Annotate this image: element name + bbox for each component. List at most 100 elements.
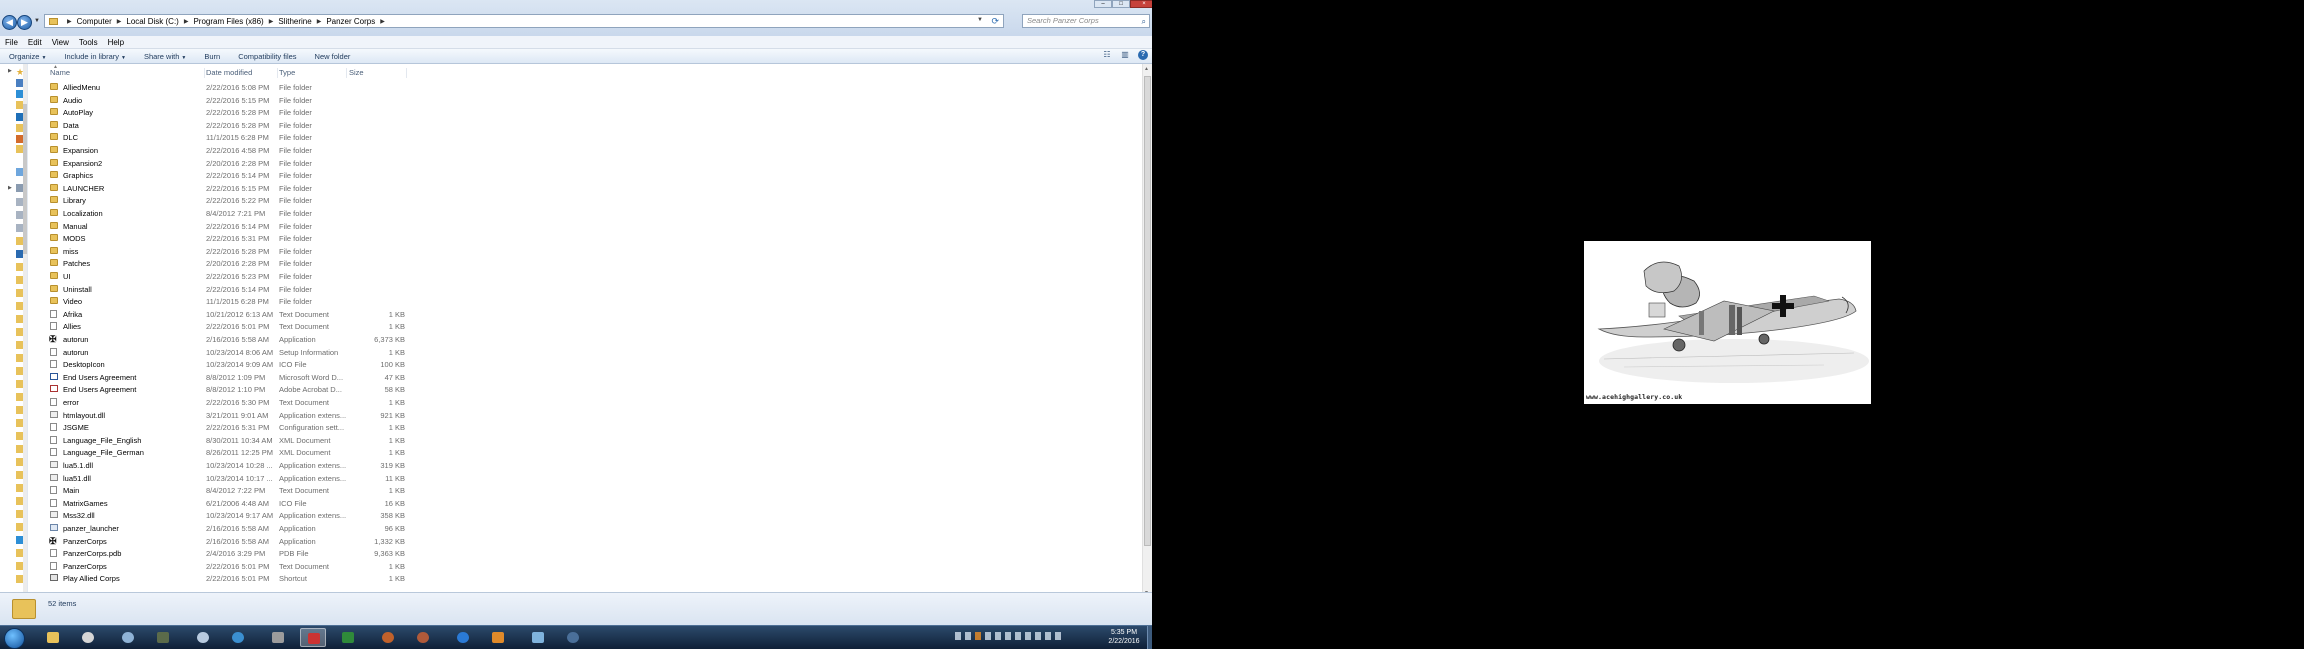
file-row[interactable]: Expansion2 2/20/2016 2:28 PM File folder	[28, 157, 428, 170]
breadcrumb-computer[interactable]: Computer	[77, 17, 112, 26]
file-row[interactable]: Language_File_English 8/30/2011 10:34 AM X…	[28, 434, 428, 447]
menu-tools[interactable]: Tools	[74, 38, 103, 47]
file-row[interactable]: Localization 8/4/2012 7:21 PM File folder	[28, 207, 428, 220]
breadcrumb-arrow-icon[interactable]: ▶	[184, 18, 189, 25]
navigation-scrollbar[interactable]	[23, 64, 27, 598]
column-name[interactable]: Name	[50, 68, 70, 77]
breadcrumb-arrow-icon[interactable]: ▶	[269, 18, 274, 25]
search-input[interactable]: Search Panzer Corps ⌕	[1022, 14, 1150, 28]
steam-taskbar-icon[interactable]	[190, 628, 216, 647]
file-row[interactable]: Main 8/4/2012 7:22 PM Text Document 1 KB	[28, 484, 428, 497]
preview-pane-icon[interactable]: ▥	[1120, 50, 1130, 60]
scroll-thumb[interactable]	[1144, 76, 1151, 546]
settings-taskbar-icon[interactable]	[115, 628, 141, 647]
start-button[interactable]	[4, 628, 25, 649]
game-taskbar-icon[interactable]	[375, 628, 401, 647]
address-dropdown-icon[interactable]: ▼	[977, 17, 983, 23]
file-row[interactable]: End Users Agreement 8/8/2012 1:09 PM Micro…	[28, 371, 428, 384]
file-row[interactable]: ✠ autorun 2/16/2016 5:58 AM Application 6,37…	[28, 333, 428, 346]
tray-icon[interactable]	[1015, 632, 1021, 640]
burn-button[interactable]: Burn	[195, 52, 229, 61]
clock[interactable]: 5:35 PM 2/22/2016	[1100, 628, 1148, 646]
tray-icon[interactable]	[975, 632, 981, 640]
breadcrumb-panzer-corps[interactable]: Panzer Corps	[326, 17, 375, 26]
media-player-taskbar-icon[interactable]	[75, 628, 101, 647]
maximize-button[interactable]: □	[1112, 0, 1130, 8]
back-button[interactable]: ◀	[2, 15, 17, 30]
explorer-taskbar-icon[interactable]	[40, 628, 66, 647]
expand-arrow-icon[interactable]: ▶	[8, 185, 12, 191]
help-icon[interactable]: ?	[1138, 50, 1148, 60]
file-row[interactable]: Graphics 2/22/2016 5:14 PM File folder	[28, 169, 428, 182]
file-row[interactable]: lua5.1.dll 10/23/2014 10:28 ... Applicatio…	[28, 459, 428, 472]
scroll-thumb[interactable]	[23, 104, 27, 254]
menu-help[interactable]: Help	[103, 38, 129, 47]
tray-icon[interactable]	[1025, 632, 1031, 640]
file-row[interactable]: Data 2/22/2016 5:28 PM File folder	[28, 119, 428, 132]
game-taskbar-icon[interactable]	[410, 628, 436, 647]
organize-button[interactable]: Organize ▼	[0, 52, 55, 61]
address-field[interactable]: ▶ Computer ▶ Local Disk (C:) ▶ Program Fil…	[44, 14, 1004, 28]
tray-icon[interactable]	[985, 632, 991, 640]
file-row[interactable]: LAUNCHER 2/22/2016 5:15 PM File folder	[28, 182, 428, 195]
file-row[interactable]: DLC 11/1/2015 6:28 PM File folder	[28, 131, 428, 144]
file-row[interactable]: Afrika 10/21/2012 6:13 AM Text Document 1 K…	[28, 308, 428, 321]
breadcrumb-program-files[interactable]: Program Files (x86)	[193, 17, 263, 26]
scroll-up-icon[interactable]: ▲	[1144, 66, 1149, 72]
file-row[interactable]: Uninstall 2/22/2016 5:14 PM File folder	[28, 283, 428, 296]
file-row[interactable]: Patches 2/20/2016 2:28 PM File folder	[28, 257, 428, 270]
file-row[interactable]: AlliedMenu 2/22/2016 5:08 PM File folder	[28, 81, 428, 94]
game-taskbar-icon[interactable]	[335, 628, 361, 647]
file-row[interactable]: lua51.dll 10/23/2014 10:17 ... Application…	[28, 472, 428, 485]
file-row[interactable]: Language_File_German 8/26/2011 12:25 PM XM…	[28, 446, 428, 459]
file-row[interactable]: PanzerCorps.pdb 2/4/2016 3:29 PM PDB File 9…	[28, 547, 428, 560]
column-date-modified[interactable]: Date modified	[206, 68, 252, 77]
column-type[interactable]: Type	[279, 68, 295, 77]
file-row[interactable]: htmlayout.dll 3/21/2011 9:01 AM Applicatio…	[28, 409, 428, 422]
file-row[interactable]: Mss32.dll 10/23/2014 9:17 AM Application e…	[28, 509, 428, 522]
file-row[interactable]: Allies 2/22/2016 5:01 PM Text Document 1 KB	[28, 320, 428, 333]
minimize-button[interactable]: –	[1094, 0, 1112, 8]
panzer-corps-taskbar-icon[interactable]	[300, 628, 326, 647]
tray-icon[interactable]	[965, 632, 971, 640]
search-icon[interactable]: ⌕	[1142, 16, 1146, 28]
include-in-library-button[interactable]: Include in library ▼	[55, 52, 135, 61]
volume-icon[interactable]	[1045, 632, 1051, 640]
file-row[interactable]: Library 2/22/2016 5:22 PM File folder	[28, 194, 428, 207]
menu-edit[interactable]: Edit	[23, 38, 47, 47]
breadcrumb-slitherine[interactable]: Slitherine	[278, 17, 311, 26]
file-row[interactable]: MODS 2/22/2016 5:31 PM File folder	[28, 232, 428, 245]
column-size[interactable]: Size	[349, 68, 364, 77]
file-row[interactable]: Play Allied Corps 2/22/2016 5:01 PM Shortc…	[28, 572, 428, 585]
file-row[interactable]: miss 2/22/2016 5:28 PM File folder	[28, 245, 428, 258]
internet-explorer-taskbar-icon[interactable]	[450, 628, 476, 647]
file-row[interactable]: AutoPlay 2/22/2016 5:28 PM File folder	[28, 106, 428, 119]
menu-view[interactable]: View	[47, 38, 74, 47]
file-row[interactable]: Expansion 2/22/2016 4:58 PM File folder	[28, 144, 428, 157]
refresh-icon[interactable]: ⟳	[991, 16, 999, 27]
tray-icon[interactable]	[1005, 632, 1011, 640]
new-folder-button[interactable]: New folder	[306, 52, 360, 61]
app-taskbar-icon[interactable]	[525, 628, 551, 647]
game-taskbar-icon[interactable]	[225, 628, 251, 647]
file-row[interactable]: JSGME 2/22/2016 5:31 PM Configuration sett…	[28, 421, 428, 434]
forward-button[interactable]: ▶	[17, 15, 32, 30]
tray-icon[interactable]	[955, 632, 961, 640]
column-divider[interactable]	[346, 68, 347, 78]
file-row[interactable]: PanzerCorps 2/22/2016 5:01 PM Text Documen…	[28, 560, 428, 573]
game-taskbar-icon[interactable]	[265, 628, 291, 647]
show-desktop-button[interactable]	[1147, 626, 1152, 649]
file-row[interactable]: MatrixGames 6/21/2006 4:48 AM ICO File 16 K…	[28, 497, 428, 510]
file-row[interactable]: UI 2/22/2016 5:23 PM File folder	[28, 270, 428, 283]
file-row[interactable]: Audio 2/22/2016 5:15 PM File folder	[28, 94, 428, 107]
recent-pages-dropdown[interactable]: ▼	[34, 18, 40, 24]
breadcrumb-arrow-icon[interactable]: ▶	[380, 18, 385, 25]
tray-icon[interactable]	[1055, 632, 1061, 640]
file-row[interactable]: End Users Agreement 8/8/2012 1:10 PM Adobe…	[28, 383, 428, 396]
breadcrumb-local-disk[interactable]: Local Disk (C:)	[126, 17, 178, 26]
file-row[interactable]: autorun 10/23/2014 8:06 AM Setup Informati…	[28, 346, 428, 359]
file-row[interactable]: ✠ PanzerCorps 2/16/2016 5:58 AM Application…	[28, 535, 428, 548]
change-view-icon[interactable]: ☷	[1102, 50, 1112, 60]
breadcrumb-arrow-icon[interactable]: ▶	[317, 18, 322, 25]
file-row[interactable]: error 2/22/2016 5:30 PM Text Document 1 KB	[28, 396, 428, 409]
